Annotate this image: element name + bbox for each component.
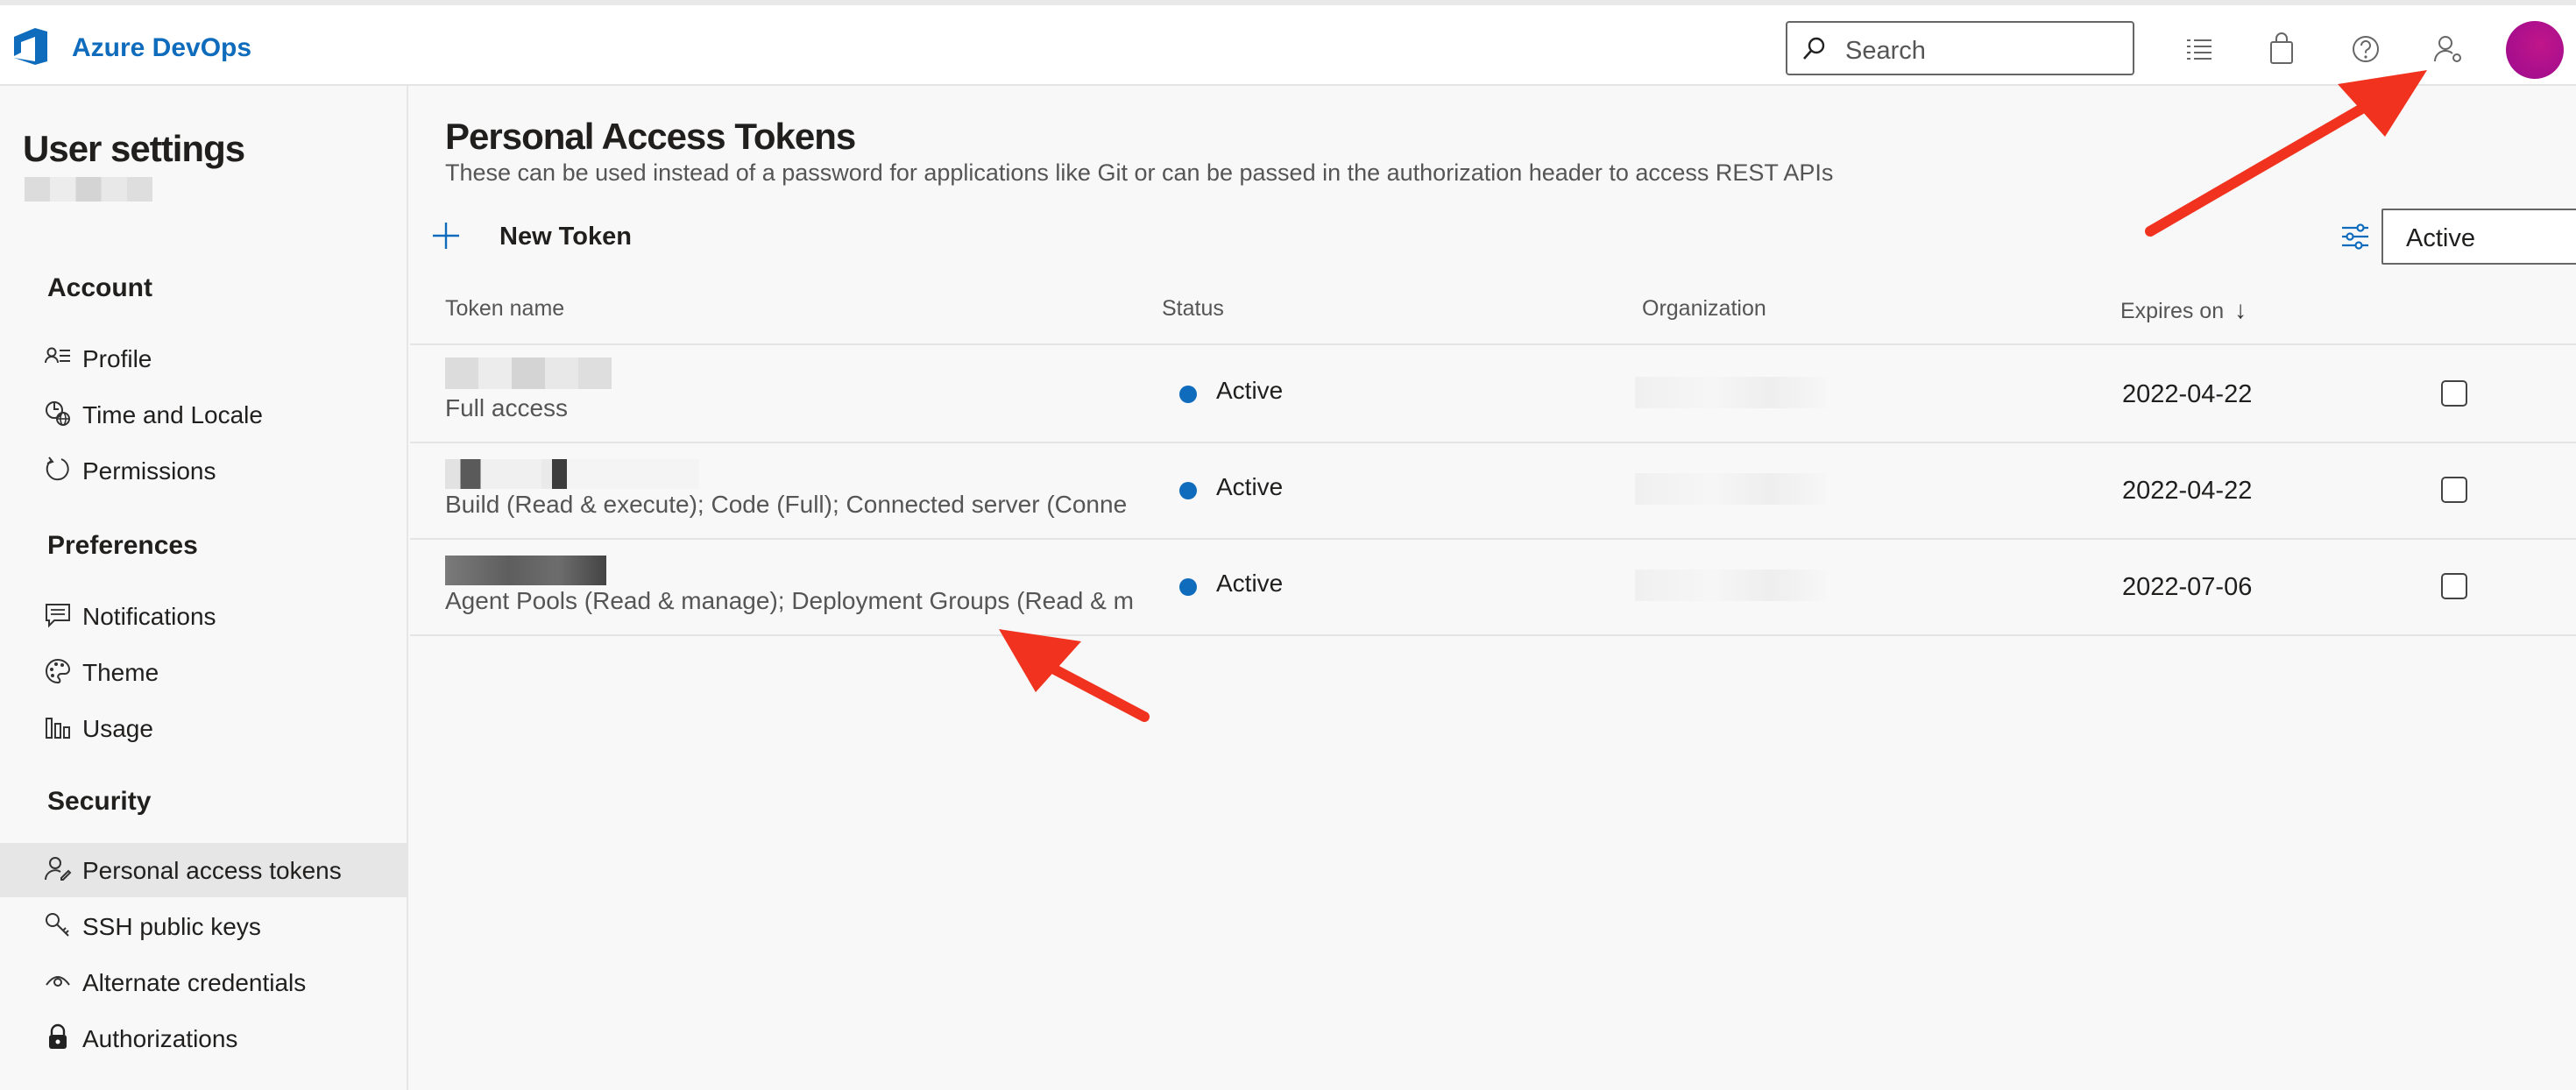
organization-redacted [1635, 473, 1828, 505]
sidebar-item-notifications[interactable]: Notifications [0, 589, 407, 643]
token-scope: Agent Pools (Read & manage); Deployment … [445, 587, 1134, 614]
organization-redacted [1635, 377, 1828, 408]
sidebar-item-label: Notifications [82, 603, 216, 630]
top-bar: Azure DevOps Search [0, 0, 2576, 86]
status-label: Active [1216, 473, 1284, 500]
user-name-redacted [25, 177, 152, 202]
plus-icon [433, 223, 459, 249]
sidebar-item-label: Time and Locale [82, 401, 263, 428]
column-header-expires-label: Expires on [2120, 299, 2225, 323]
key-icon [46, 913, 69, 937]
column-header-token-name[interactable]: Token name [445, 296, 564, 322]
sidebar-item-label: Personal access tokens [82, 857, 342, 884]
expires-date: 2022-04-22 [2122, 380, 2253, 408]
sidebar: User settings Account Profile Time and L… [0, 86, 408, 1090]
sort-descending-icon: ↓ [2234, 296, 2247, 323]
search-box[interactable]: Search [1786, 21, 2134, 75]
token-scope: Build (Read & execute); Code (Full); Con… [445, 491, 1128, 518]
page-subtitle: These can be used instead of a password … [445, 159, 1834, 186]
help-icon[interactable] [2348, 32, 2383, 67]
filter-icon[interactable] [2339, 221, 2371, 252]
section-heading-security: Security [47, 787, 152, 816]
new-token-label: New Token [499, 223, 632, 251]
column-header-organization[interactable]: Organization [1642, 296, 1766, 322]
table-row[interactable]: Agent Pools (Read & manage); Deployment … [410, 538, 2576, 636]
sidebar-item-time-and-locale[interactable]: Time and Locale [0, 387, 407, 442]
status-filter-dropdown[interactable]: Active [2381, 209, 2576, 265]
expires-date: 2022-07-06 [2122, 573, 2253, 601]
token-name-redacted [445, 459, 699, 489]
sidebar-item-label: Authorizations [82, 1025, 238, 1052]
column-header-expires-on[interactable]: Expires on ↓ [2120, 296, 2247, 324]
sidebar-item-alternate-credentials[interactable]: Alternate credentials [0, 955, 407, 1009]
expires-date: 2022-04-22 [2122, 477, 2253, 505]
sidebar-item-permissions[interactable]: Permissions [0, 443, 407, 498]
notifications-icon [46, 604, 70, 628]
search-placeholder: Search [1845, 37, 1926, 65]
status-dot [1179, 386, 1197, 403]
main-content: Personal Access Tokens These can be used… [410, 86, 2576, 1090]
organization-redacted [1635, 570, 1828, 601]
globe-clock-icon [46, 401, 70, 426]
status-dot [1179, 482, 1197, 499]
token-user-icon [45, 857, 72, 881]
row-checkbox[interactable] [2441, 380, 2467, 407]
token-name-redacted [445, 556, 606, 585]
profile-icon [45, 347, 70, 364]
section-heading-account: Account [47, 273, 152, 302]
table-row[interactable]: Full access Active 2022-04-22 [410, 345, 2576, 443]
sidebar-item-label: Alternate credentials [82, 969, 307, 996]
work-items-icon[interactable] [2182, 32, 2217, 67]
status-filter-value: Active [2406, 224, 2475, 252]
section-heading-preferences: Preferences [47, 531, 198, 560]
page-title: Personal Access Tokens [445, 116, 856, 157]
sidebar-item-label: SSH public keys [82, 913, 261, 940]
sidebar-item-profile[interactable]: Profile [0, 331, 407, 386]
sidebar-item-label: Theme [82, 659, 159, 686]
sidebar-item-personal-access-tokens[interactable]: Personal access tokens [0, 843, 407, 897]
token-name-redacted [445, 357, 612, 389]
sidebar-item-authorizations[interactable]: Authorizations [0, 1011, 407, 1065]
sidebar-item-label: Usage [82, 715, 153, 742]
table-row[interactable]: Build (Read & execute); Code (Full); Con… [410, 442, 2576, 540]
row-checkbox[interactable] [2441, 573, 2467, 599]
brand-name[interactable]: Azure DevOps [72, 33, 251, 63]
eye-icon [46, 976, 70, 987]
status-dot [1179, 578, 1197, 596]
palette-icon [46, 658, 71, 684]
usage-icon [46, 718, 70, 739]
sidebar-item-label: Permissions [82, 457, 216, 485]
lock-icon [49, 1023, 67, 1049]
sidebar-item-label: Profile [82, 345, 152, 372]
sidebar-title: User settings [23, 128, 245, 169]
avatar[interactable] [2506, 21, 2564, 79]
sidebar-item-ssh-public-keys[interactable]: SSH public keys [0, 899, 407, 953]
status-label: Active [1216, 377, 1284, 404]
status-label: Active [1216, 570, 1284, 597]
user-settings-icon[interactable] [2431, 32, 2466, 67]
search-icon [1803, 37, 1825, 60]
marketplace-icon[interactable] [2264, 32, 2299, 67]
permissions-icon [46, 457, 69, 481]
row-checkbox[interactable] [2441, 477, 2467, 503]
column-header-status[interactable]: Status [1162, 296, 1224, 322]
table-header: Token name Status Organization Expires o… [410, 277, 2576, 345]
sidebar-item-usage[interactable]: Usage [0, 701, 407, 755]
token-scope: Full access [445, 394, 569, 421]
azure-devops-logo-icon[interactable] [9, 25, 53, 68]
sidebar-item-theme[interactable]: Theme [0, 645, 407, 699]
